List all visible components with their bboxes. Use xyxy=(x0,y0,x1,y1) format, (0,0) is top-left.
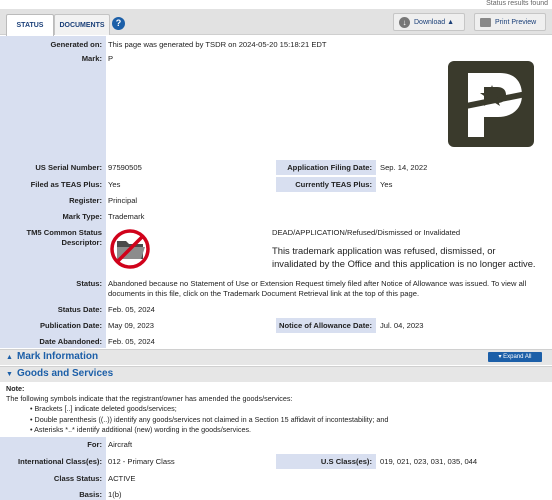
collapse-arrow-icon: ▲ xyxy=(6,354,13,361)
teas-plus-value: Yes xyxy=(108,180,121,189)
download-button[interactable]: ↓ Download ▲ xyxy=(393,13,465,31)
serial-value: 97590505 xyxy=(108,163,142,172)
basis-label: Basis: xyxy=(79,490,102,499)
download-icon: ↓ xyxy=(399,17,410,28)
status-date-value: Feb. 05, 2024 xyxy=(108,305,155,314)
date-abandoned-value: Feb. 05, 2024 xyxy=(108,337,155,346)
notice-of-allowance-label: Notice of Allowance Date: xyxy=(276,318,376,333)
register-value: Principal xyxy=(108,196,138,205)
mark-information-header[interactable]: ▲ Mark Information xyxy=(0,349,552,365)
publication-date-value: May 09, 2023 xyxy=(108,321,155,330)
tm5-description: This trademark application was refused, … xyxy=(272,245,536,269)
expand-arrow-icon: ▼ xyxy=(6,371,13,378)
download-label: Download ▲ xyxy=(414,19,455,26)
us-class-value: 019, 021, 023, 031, 035, 044 xyxy=(380,457,478,466)
basis-value: 1(b) xyxy=(108,490,122,499)
publication-date-label: Publication Date: xyxy=(39,321,102,330)
generated-on-value: This page was generated by TSDR on 2024-… xyxy=(108,40,327,49)
register-label: Register: xyxy=(69,196,102,205)
p-star-logo-icon xyxy=(456,73,526,137)
tm5-status-value: DEAD/APPLICATION/Refused/Dismissed or In… xyxy=(272,228,461,237)
current-teas-value: Yes xyxy=(380,180,393,189)
printer-icon xyxy=(480,18,491,27)
amendment-symbol-list: • Brackets [..] indicate deleted goods/s… xyxy=(30,404,388,436)
generated-on-label: Generated on: xyxy=(50,40,102,49)
print-preview-button[interactable]: Print Preview xyxy=(474,13,546,31)
label-column xyxy=(0,36,106,348)
mark-label: Mark: xyxy=(81,54,102,63)
international-class-value: 012 - Primary Class xyxy=(108,457,175,466)
for-value: Aircraft xyxy=(108,440,133,449)
print-label: Print Preview xyxy=(495,19,537,26)
tm5-label-line1: TM5 Common Status xyxy=(26,228,102,237)
serial-label: US Serial Number: xyxy=(35,163,102,172)
note-text: The following symbols indicate that the … xyxy=(6,394,293,403)
mark-logo-image xyxy=(448,61,534,147)
note-title: Note: xyxy=(6,384,25,393)
tab-documents[interactable]: DOCUMENTS xyxy=(54,14,110,35)
tab-bar: STATUS DOCUMENTS ? ↓ Download ▲ Print Pr… xyxy=(0,9,552,36)
for-label: For: xyxy=(87,440,102,449)
international-class-label: International Class(es): xyxy=(18,457,102,466)
date-abandoned-label: Date Abandoned: xyxy=(39,337,102,346)
mark-information-title: Mark Information xyxy=(17,351,99,362)
status-label: Status: xyxy=(76,279,102,288)
class-status-value: ACTIVE xyxy=(108,474,136,483)
list-item: • Brackets [..] indicate deleted goods/s… xyxy=(30,404,177,413)
current-teas-label: Currently TEAS Plus: xyxy=(276,177,376,192)
tm5-label-line2: Descriptor: xyxy=(61,238,102,247)
goods-services-title: Goods and Services xyxy=(17,368,114,379)
help-icon[interactable]: ? xyxy=(112,17,125,30)
notice-of-allowance-value: Jul. 04, 2023 xyxy=(380,321,424,330)
list-item: • Asterisks *..* identify additional (ne… xyxy=(30,425,252,434)
list-item: • Double parenthesis ((..)) identify any… xyxy=(30,414,389,424)
us-class-label: U.S Class(es): xyxy=(276,454,376,469)
expand-all-button[interactable]: ▾ Expand All xyxy=(488,352,542,362)
teas-plus-label: Filed as TEAS Plus: xyxy=(30,180,102,189)
mark-type-label: Mark Type: xyxy=(62,212,102,221)
dead-status-folder-icon xyxy=(108,227,152,271)
goods-services-header[interactable]: ▼ Goods and Services xyxy=(0,366,552,382)
status-value: Abandoned because no Statement of Use or… xyxy=(108,279,527,298)
status-date-label: Status Date: xyxy=(57,305,102,314)
mark-value: P xyxy=(108,54,114,63)
class-status-label: Class Status: xyxy=(53,474,102,483)
tab-status[interactable]: STATUS xyxy=(6,14,54,36)
mark-type-value: Trademark xyxy=(108,212,145,221)
filing-date-label: Application Filing Date: xyxy=(276,160,376,175)
status-results-text: Status results found xyxy=(486,0,548,7)
filing-date-value: Sep. 14, 2022 xyxy=(380,163,428,172)
